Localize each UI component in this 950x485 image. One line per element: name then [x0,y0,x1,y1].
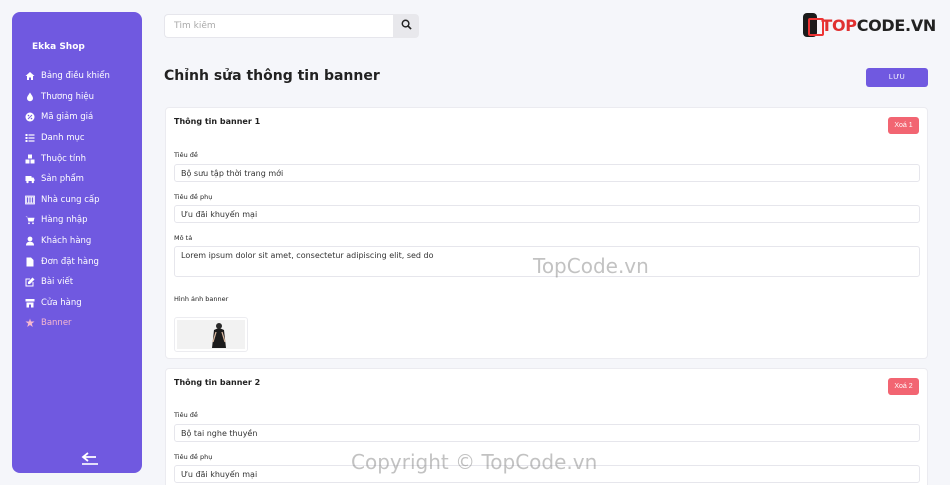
search-icon [401,17,412,35]
title-field[interactable] [174,424,920,442]
banner-card-1: Thông tin banner 1 Xoá 1 Tiêu đề Tiêu đề… [165,107,928,359]
sidebar-menu: Bảng điều khiển Thương hiệu Mã giảm giá … [24,66,139,334]
logo-mark-icon [803,13,825,37]
image-label: Hình ảnh banner [174,295,229,303]
delete-banner-1-button[interactable]: Xoá 1 [888,117,919,134]
truck-icon [24,174,35,185]
store-icon [24,297,35,308]
sidebar-item-label: Cửa hàng [41,297,82,308]
sidebar-item-suppliers[interactable]: Nhà cung cấp [24,190,139,211]
description-field[interactable]: Lorem ipsum dolor sit amet, consectetur … [174,246,920,277]
logo-text: TOPCODE.VN [821,15,936,35]
sidebar-item-categories[interactable]: Danh mục [24,128,139,149]
sidebar-item-orders[interactable]: Đơn đặt hàng [24,251,139,272]
sidebar-item-label: Bài viết [41,277,74,288]
list-icon [24,133,35,144]
home-icon [24,71,35,82]
subtitle-label: Tiêu đề phụ [174,453,213,461]
logout-arrow-icon[interactable] [81,451,99,465]
sidebar-item-label: Danh mục [41,133,85,144]
banner-card-2: Thông tin banner 2 Xoá 2 Tiêu đề Tiêu đề… [165,368,928,485]
sidebar-item-dashboard[interactable]: Bảng điều khiển [24,66,139,87]
brand-name: Ekka Shop [32,42,85,52]
page-title: Chỉnh sửa thông tin banner [164,68,380,84]
sidebar-item-banner[interactable]: Banner [24,313,139,334]
topcode-logo: TOPCODE.VN [803,12,936,38]
sidebar-item-posts[interactable]: Bài viết [24,272,139,293]
description-label: Mô tả [174,234,193,242]
sidebar-item-label: Sản phẩm [41,174,84,185]
search-button[interactable] [393,14,419,38]
cart-icon [24,215,35,226]
title-label: Tiêu đề [174,411,198,419]
sidebar-item-label: Thuộc tính [41,153,87,164]
sidebar-item-customers[interactable]: Khách hàng [24,231,139,252]
title-label: Tiêu đề [174,151,198,159]
sidebar-item-label: Mã giảm giá [41,112,94,123]
delete-banner-2-button[interactable]: Xoá 2 [888,378,919,395]
subtitle-field[interactable] [174,205,920,223]
sidebar-item-discounts[interactable]: Mã giảm giá [24,107,139,128]
sidebar-item-label: Hàng nhập [41,215,88,226]
sidebar-item-label: Nhà cung cấp [41,194,100,205]
model-figure-icon [212,323,226,348]
sidebar-item-label: Đơn đặt hàng [41,256,99,267]
user-icon [24,236,35,247]
edit-icon [24,277,35,288]
banner-image-thumbnail[interactable] [174,317,248,352]
search-bar [164,14,419,38]
sidebar-item-label: Thương hiệu [41,91,95,102]
sidebar: Ekka Shop Bảng điều khiển Thương hiệu Mã… [12,12,142,473]
sidebar-item-brands[interactable]: Thương hiệu [24,87,139,108]
sidebar-item-stores[interactable]: Cửa hàng [24,293,139,314]
cubes-icon [24,153,35,164]
grid-icon [24,194,35,205]
droplet-icon [24,91,35,102]
subtitle-field[interactable] [174,465,920,483]
sidebar-item-imports[interactable]: Hàng nhập [24,210,139,231]
discount-icon [24,112,35,123]
card-heading: Thông tin banner 2 [174,378,261,387]
banner-icon [24,318,35,329]
save-button[interactable]: LƯU [866,68,928,87]
sidebar-item-label: Banner [41,318,72,329]
sidebar-item-label: Khách hàng [41,236,92,247]
subtitle-label: Tiêu đề phụ [174,193,213,201]
card-heading: Thông tin banner 1 [174,117,261,126]
file-icon [24,256,35,267]
sidebar-item-products[interactable]: Sản phẩm [24,169,139,190]
sidebar-item-label: Bảng điều khiển [41,71,110,82]
title-field[interactable] [174,164,920,182]
banner-image [177,320,245,349]
sidebar-item-attributes[interactable]: Thuộc tính [24,148,139,169]
search-input[interactable] [164,14,393,38]
